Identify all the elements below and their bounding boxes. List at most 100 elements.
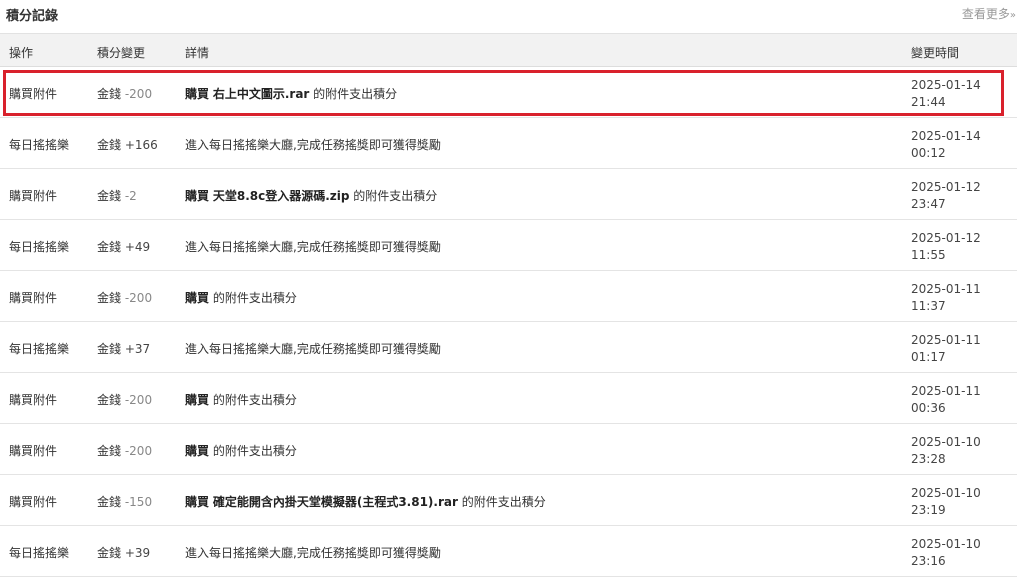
currency-label: 金錢	[97, 342, 122, 356]
time-cell: 2025-01-10 23:19	[911, 485, 981, 519]
detail-action: 購買	[185, 393, 210, 407]
operation-cell: 每日搖搖樂	[9, 138, 70, 152]
detail-action: 購買	[185, 189, 210, 203]
change-clock: 00:36	[911, 401, 946, 415]
change-clock: 23:16	[911, 554, 946, 568]
table-row: 每日搖搖樂 金錢 +49 進入每日搖搖樂大廳,完成任務搖獎即可獲得獎勵 2025-01…	[0, 220, 1017, 271]
detail-cell: 購買 右上中文圖示.rar 的附件支出積分	[185, 85, 397, 102]
points-delta: -2	[124, 189, 137, 203]
points-cell: 金錢 +39	[97, 544, 150, 561]
column-header-time: 變更時間	[911, 46, 960, 60]
currency-label: 金錢	[97, 444, 122, 458]
view-more-link[interactable]: 查看更多»	[962, 5, 1016, 22]
points-cell: 金錢 -2	[97, 187, 137, 204]
operation-cell: 購買附件	[9, 87, 58, 101]
operation-cell: 購買附件	[9, 495, 58, 509]
time-cell: 2025-01-12 11:55	[911, 230, 981, 264]
points-delta: -200	[124, 393, 153, 407]
table-row: 購買附件 金錢 -200 購買 的附件支出積分 2025-01-11 11:37	[0, 271, 1017, 322]
detail-text: 的附件支出積分	[212, 444, 297, 458]
table-row: 購買附件 金錢 -2 購買 天堂8.8c登入器源碼.zip 的附件支出積分 2025-…	[0, 169, 1017, 220]
column-header-detail: 詳情	[185, 46, 210, 60]
detail-text: 進入每日搖搖樂大廳,完成任務搖獎即可獲得獎勵	[185, 546, 441, 560]
change-clock: 11:37	[911, 299, 946, 313]
points-cell: 金錢 +49	[97, 238, 150, 255]
currency-label: 金錢	[97, 291, 122, 305]
table-header: 操作 積分變更 詳情 變更時間	[0, 33, 1017, 67]
page-title: 積分記錄	[6, 9, 59, 24]
points-delta: -200	[124, 291, 153, 305]
table-row: 每日搖搖樂 金錢 +166 進入每日搖搖樂大廳,完成任務搖獎即可獲得獎勵 2025-0…	[0, 118, 1017, 169]
view-more-label: 查看更多	[961, 7, 1010, 21]
change-clock: 23:28	[911, 452, 946, 466]
change-clock: 11:55	[911, 248, 946, 262]
change-clock: 00:12	[911, 146, 946, 160]
operation-cell: 每日搖搖樂	[9, 240, 70, 254]
points-delta: -200	[124, 444, 153, 458]
detail-cell: 進入每日搖搖樂大廳,完成任務搖獎即可獲得獎勵	[185, 340, 441, 357]
time-cell: 2025-01-11 01:17	[911, 332, 981, 366]
change-date: 2025-01-14	[911, 129, 981, 143]
time-cell: 2025-01-11 11:37	[911, 281, 981, 315]
table-body: 購買附件 金錢 -200 購買 右上中文圖示.rar 的附件支出積分 2025-01-…	[0, 67, 1017, 577]
column-header-points: 積分變更	[97, 46, 146, 60]
detail-cell: 進入每日搖搖樂大廳,完成任務搖獎即可獲得獎勵	[185, 238, 441, 255]
time-cell: 2025-01-10 23:16	[911, 536, 981, 570]
time-cell: 2025-01-11 00:36	[911, 383, 981, 417]
detail-text: 的附件支出積分	[313, 87, 398, 101]
points-cell: 金錢 -200	[97, 289, 152, 306]
change-date: 2025-01-12	[911, 231, 981, 245]
points-delta: -150	[124, 495, 153, 509]
attachment-name: 右上中文圖示.rar	[212, 87, 310, 101]
change-clock: 23:47	[911, 197, 946, 211]
change-date: 2025-01-10	[911, 486, 981, 500]
change-clock: 21:44	[911, 95, 946, 109]
table-row: 購買附件 金錢 -200 購買 的附件支出積分 2025-01-11 00:36	[0, 373, 1017, 424]
detail-action: 購買	[185, 495, 210, 509]
detail-cell: 購買 的附件支出積分	[185, 289, 297, 306]
attachment-name: 確定能開含內掛天堂模擬器(主程式3.81).rar	[212, 495, 458, 509]
table-row: 購買附件 金錢 -150 購買 確定能開含內掛天堂模擬器(主程式3.81).rar …	[0, 475, 1017, 526]
operation-cell: 購買附件	[9, 393, 58, 407]
table-row: 每日搖搖樂 金錢 +39 進入每日搖搖樂大廳,完成任務搖獎即可獲得獎勵 2025-01…	[0, 526, 1017, 577]
operation-cell: 購買附件	[9, 291, 58, 305]
operation-cell: 購買附件	[9, 189, 58, 203]
panel-header: 積分記錄 查看更多»	[0, 0, 1026, 30]
detail-text: 的附件支出積分	[461, 495, 546, 509]
attachment-name: 天堂8.8c登入器源碼.zip	[212, 189, 350, 203]
points-delta: +166	[124, 138, 158, 152]
detail-text: 的附件支出積分	[353, 189, 438, 203]
time-cell: 2025-01-12 23:47	[911, 179, 981, 213]
currency-label: 金錢	[97, 240, 122, 254]
detail-cell: 購買 確定能開含內掛天堂模擬器(主程式3.81).rar 的附件支出積分	[185, 493, 546, 510]
points-log-panel: 積分記錄 查看更多» 操作 積分變更 詳情 變更時間 購買附件 金錢 -200 購買…	[0, 0, 1026, 581]
operation-cell: 每日搖搖樂	[9, 342, 70, 356]
change-date: 2025-01-10	[911, 435, 981, 449]
points-delta: +37	[124, 342, 151, 356]
time-cell: 2025-01-10 23:28	[911, 434, 981, 468]
detail-cell: 購買 的附件支出積分	[185, 442, 297, 459]
table-row: 購買附件 金錢 -200 購買 的附件支出積分 2025-01-10 23:28	[0, 424, 1017, 475]
operation-cell: 每日搖搖樂	[9, 546, 70, 560]
change-clock: 23:19	[911, 503, 946, 517]
detail-text: 的附件支出積分	[212, 393, 297, 407]
detail-text: 進入每日搖搖樂大廳,完成任務搖獎即可獲得獎勵	[185, 342, 441, 356]
change-date: 2025-01-11	[911, 384, 981, 398]
change-date: 2025-01-12	[911, 180, 981, 194]
change-date: 2025-01-11	[911, 282, 981, 296]
currency-label: 金錢	[97, 189, 122, 203]
change-date: 2025-01-14	[911, 78, 981, 92]
detail-cell: 進入每日搖搖樂大廳,完成任務搖獎即可獲得獎勵	[185, 544, 441, 561]
points-cell: 金錢 -200	[97, 391, 152, 408]
points-cell: 金錢 -200	[97, 85, 152, 102]
points-delta: +49	[124, 240, 151, 254]
currency-label: 金錢	[97, 546, 122, 560]
change-clock: 01:17	[911, 350, 946, 364]
points-cell: 金錢 -200	[97, 442, 152, 459]
table-row: 每日搖搖樂 金錢 +37 進入每日搖搖樂大廳,完成任務搖獎即可獲得獎勵 2025-01…	[0, 322, 1017, 373]
change-date: 2025-01-11	[911, 333, 981, 347]
column-header-operation: 操作	[9, 46, 34, 60]
time-cell: 2025-01-14 21:44	[911, 77, 981, 111]
time-cell: 2025-01-14 00:12	[911, 128, 981, 162]
detail-text: 進入每日搖搖樂大廳,完成任務搖獎即可獲得獎勵	[185, 138, 441, 152]
